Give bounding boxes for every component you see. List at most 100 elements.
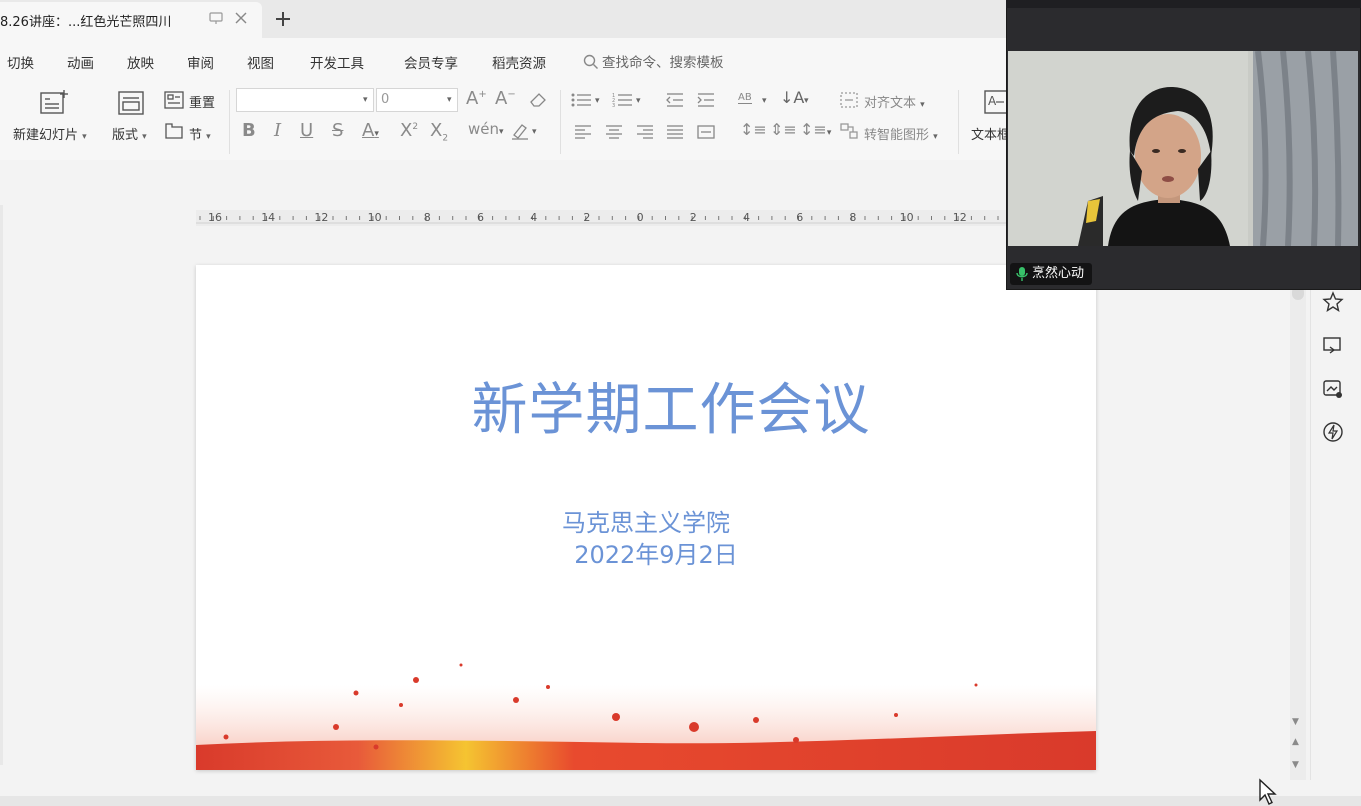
line-spacing-icon[interactable]: ↕≡ bbox=[740, 120, 767, 139]
menu-docer-resources[interactable]: 稻壳资源 bbox=[492, 52, 546, 72]
menu-review[interactable]: 审阅 bbox=[187, 52, 214, 72]
chevron-down-icon: ▾ bbox=[920, 100, 925, 110]
align-center-icon[interactable] bbox=[604, 124, 624, 140]
ruler-label: 10 bbox=[899, 211, 914, 224]
chevron-down-icon: ▾ bbox=[206, 132, 211, 142]
image-beautify-icon[interactable] bbox=[1322, 378, 1344, 400]
ruler-label: 4 bbox=[530, 211, 538, 224]
ruler-label: 0 bbox=[636, 211, 644, 224]
font-size-value: 0 bbox=[381, 92, 390, 107]
eraser-icon[interactable] bbox=[528, 91, 548, 109]
sort-direction-icon[interactable]: ↓A bbox=[780, 88, 804, 107]
chevron-down-icon: ▾ bbox=[595, 96, 600, 106]
monitor-icon[interactable] bbox=[209, 11, 223, 25]
ruler-label: 2 bbox=[689, 211, 697, 224]
bullet-list-icon[interactable] bbox=[571, 92, 593, 108]
vertical-scrollbar[interactable] bbox=[1290, 280, 1306, 780]
chevron-down-icon: ▾ bbox=[762, 96, 767, 106]
decrease-font-icon[interactable]: A− bbox=[495, 88, 516, 109]
decrease-indent-icon[interactable] bbox=[665, 92, 685, 108]
menu-view[interactable]: 视图 bbox=[247, 52, 274, 72]
underline-icon[interactable]: U bbox=[300, 120, 313, 141]
align-left-icon[interactable] bbox=[573, 124, 593, 140]
textbox-icon[interactable]: A bbox=[982, 88, 1008, 116]
slide-transition-icon[interactable] bbox=[1322, 335, 1344, 357]
reset-button[interactable]: 重置 bbox=[189, 92, 215, 111]
spacing-options-icon[interactable]: ↕≡▾ bbox=[800, 120, 831, 139]
microphone-icon[interactable] bbox=[1016, 267, 1028, 282]
smart-art-icon[interactable] bbox=[839, 122, 859, 140]
next-slide-icon[interactable]: ▼ bbox=[1292, 760, 1299, 770]
star-icon[interactable] bbox=[1322, 291, 1344, 313]
align-text-button[interactable]: 对齐文本 ▾ bbox=[864, 92, 925, 111]
ribbon-separator bbox=[958, 90, 959, 154]
new-slide-icon[interactable] bbox=[38, 88, 70, 116]
ribbon-separator bbox=[560, 90, 561, 154]
align-right-icon[interactable] bbox=[635, 124, 655, 140]
mouse-cursor-icon bbox=[1259, 778, 1277, 805]
participant-video-feed[interactable] bbox=[1008, 51, 1358, 246]
search-icon bbox=[583, 54, 598, 69]
section-icon[interactable] bbox=[164, 122, 184, 140]
menu-slideshow[interactable]: 放映 bbox=[127, 52, 154, 72]
new-slide-label: 新建幻灯片 bbox=[13, 128, 79, 143]
svg-text:3: 3 bbox=[612, 103, 615, 108]
right-task-panel bbox=[1310, 290, 1361, 780]
numbered-list-icon[interactable]: 123 bbox=[612, 92, 634, 108]
svg-text:A: A bbox=[988, 94, 997, 108]
previous-slide-icon[interactable]: ▲ bbox=[1292, 737, 1299, 747]
slide-title[interactable]: 新学期工作会议 bbox=[196, 365, 1096, 446]
align-text-icon[interactable] bbox=[839, 91, 859, 109]
phonetic-guide-icon[interactable]: wén▾ bbox=[468, 120, 504, 138]
superscript-icon[interactable]: X2 bbox=[400, 120, 418, 141]
chevron-down-icon: ▾ bbox=[532, 127, 537, 137]
justify-icon[interactable] bbox=[665, 124, 685, 140]
font-color-icon[interactable]: A▾ bbox=[362, 120, 379, 141]
layout-label: 版式 bbox=[112, 128, 139, 143]
smart-art-button[interactable]: 转智能图形 ▾ bbox=[864, 124, 938, 143]
slide-subtitle[interactable]: 马克思主义学院 bbox=[196, 503, 1096, 538]
document-tab-title[interactable]: 8.26讲座：...红色光芒照四川 bbox=[0, 11, 171, 30]
scroll-down-arrow-icon[interactable]: ▼ bbox=[1292, 717, 1299, 727]
slide-canvas[interactable]: 新学期工作会议 马克思主义学院 2022年9月2日 bbox=[196, 265, 1096, 770]
increase-font-icon[interactable]: A+ bbox=[466, 88, 487, 109]
font-name-select[interactable]: ▾ bbox=[236, 88, 374, 112]
thumbnail-panel-edge bbox=[0, 205, 3, 765]
textbox-button[interactable]: 文本框 bbox=[971, 124, 1008, 143]
layout-button[interactable]: 版式 ▾ bbox=[112, 124, 147, 143]
chevron-down-icon: ▾ bbox=[142, 132, 147, 142]
strikethrough-icon[interactable]: S bbox=[332, 120, 343, 141]
layout-icon[interactable] bbox=[117, 90, 145, 116]
chevron-down-icon: ▾ bbox=[636, 96, 641, 106]
distribute-icon[interactable] bbox=[696, 124, 716, 140]
lightning-icon[interactable] bbox=[1322, 421, 1344, 443]
align-text-label: 对齐文本 bbox=[864, 96, 917, 111]
menu-developer-tools[interactable]: 开发工具 bbox=[310, 52, 364, 72]
command-search-text: 查找命令、搜索模板 bbox=[602, 55, 724, 71]
ruler-label: 2 bbox=[583, 211, 591, 224]
highlight-icon[interactable] bbox=[510, 122, 530, 140]
ruler-label: 12 bbox=[314, 211, 329, 224]
section-label: 节 bbox=[189, 128, 203, 143]
text-direction-icon[interactable]: AB bbox=[738, 92, 752, 104]
paragraph-spacing-icon[interactable]: ⇕≡ bbox=[770, 120, 797, 139]
increase-indent-icon[interactable] bbox=[696, 92, 716, 108]
add-tab-icon[interactable] bbox=[272, 8, 294, 30]
section-button[interactable]: 节 ▾ bbox=[189, 124, 211, 143]
menu-transition[interactable]: 切换 bbox=[7, 52, 34, 72]
close-icon[interactable] bbox=[233, 10, 249, 26]
ruler-label: 6 bbox=[796, 211, 804, 224]
menu-animation[interactable]: 动画 bbox=[67, 52, 94, 72]
video-window-titlebar[interactable] bbox=[1006, 0, 1361, 8]
slide-date[interactable]: 2022年9月2日 bbox=[206, 535, 1096, 570]
subscript-icon[interactable]: X2 bbox=[430, 120, 448, 144]
font-size-select[interactable]: 0 ▾ bbox=[376, 88, 458, 112]
smart-art-label: 转智能图形 bbox=[864, 128, 930, 143]
italic-icon[interactable]: I bbox=[274, 120, 281, 141]
command-search[interactable]: 查找命令、搜索模板 bbox=[583, 51, 724, 71]
menu-member[interactable]: 会员专享 bbox=[404, 52, 458, 72]
new-slide-button[interactable]: 新建幻灯片 ▾ bbox=[13, 124, 87, 143]
bold-icon[interactable]: B bbox=[242, 120, 256, 141]
reset-icon[interactable] bbox=[164, 91, 184, 109]
ruler-label: 6 bbox=[477, 211, 484, 224]
